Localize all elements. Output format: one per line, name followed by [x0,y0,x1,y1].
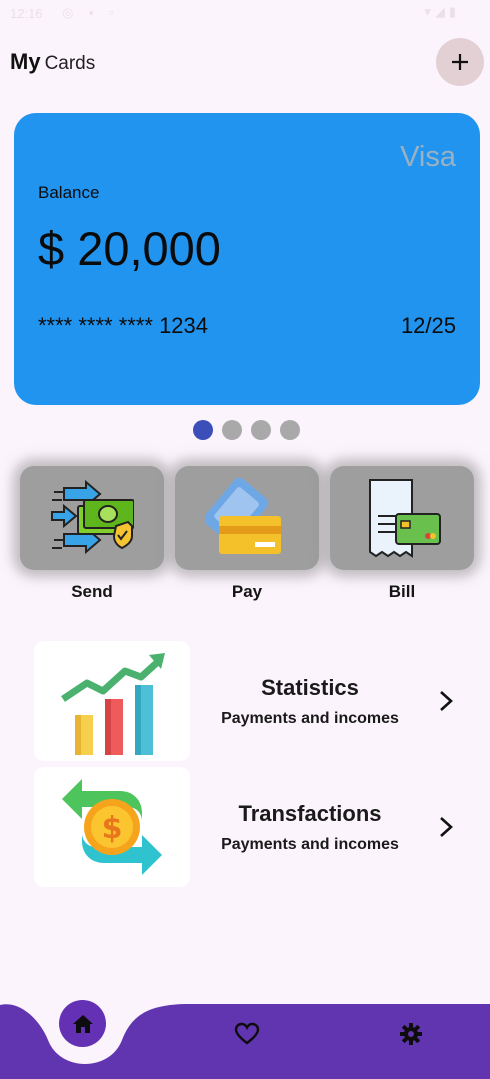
page-title-rest: Cards [44,53,96,74]
chevron-right-icon[interactable] [436,689,456,713]
status-right-icons: ▾◢▮ [424,4,460,19]
page-title-bold: My [10,49,41,74]
chevron-right-icon[interactable] [436,815,456,839]
transactions-title: Transfactions [238,801,382,826]
home-icon [72,1014,93,1033]
card-pay-icon [205,477,281,554]
pay-tile[interactable] [175,466,319,570]
nav-settings-button[interactable] [399,1022,423,1046]
card-brand: Visa [400,141,456,173]
statistics-title: Statistics [261,675,359,700]
gear-icon [400,1023,422,1045]
send-tile[interactable] [20,466,164,570]
status-bar: 12:16 ◎ ▪ ▫ ▾◢▮ [0,0,490,28]
bank-card[interactable]: Visa Balance $ 20,000 **** **** **** 123… [14,113,480,405]
balance-label: Balance [38,183,100,202]
transactions-thumb: $ [34,767,190,887]
nav-favorites-button[interactable] [234,1022,260,1046]
transactions-item[interactable]: $ Transfactions Payments and incomes [34,767,474,887]
status-time: 12:16 [10,6,43,21]
card-expiry: 12/25 [400,313,456,338]
bar-chart-icon [61,653,165,755]
pay-button[interactable]: Pay [175,466,319,602]
transactions-subtitle: Payments and incomes [221,836,399,853]
statistics-subtitle: Payments and incomes [221,710,399,727]
send-money-icon [51,479,134,555]
bill-label: Bill [388,582,416,601]
plus-icon [452,54,468,70]
status-left-icons: ◎ ▪ ▫ [62,5,120,20]
balance-value: $ 20,000 [38,222,221,275]
carousel-dot[interactable] [251,420,271,440]
heart-icon [234,1022,260,1045]
carousel-dot[interactable] [222,420,242,440]
svg-text:$: $ [102,811,123,846]
page-title: My Cards [10,49,95,75]
statistics-item[interactable]: Statistics Payments and incomes [34,641,474,761]
bill-icon [369,479,441,558]
carousel-dot[interactable] [280,420,300,440]
pay-label: Pay [231,582,263,601]
bill-tile[interactable] [330,466,474,570]
add-card-button[interactable] [436,38,484,86]
send-label: Send [71,582,113,601]
carousel-indicator [193,420,300,440]
statistics-thumb [34,641,190,761]
card-number: **** **** **** 1234 [38,313,209,338]
send-button[interactable]: Send [20,466,164,602]
carousel-dot[interactable] [193,420,213,440]
bill-button[interactable]: Bill [330,466,474,602]
currency-exchange-icon: $ [62,779,162,875]
nav-home-button[interactable] [59,1000,106,1047]
